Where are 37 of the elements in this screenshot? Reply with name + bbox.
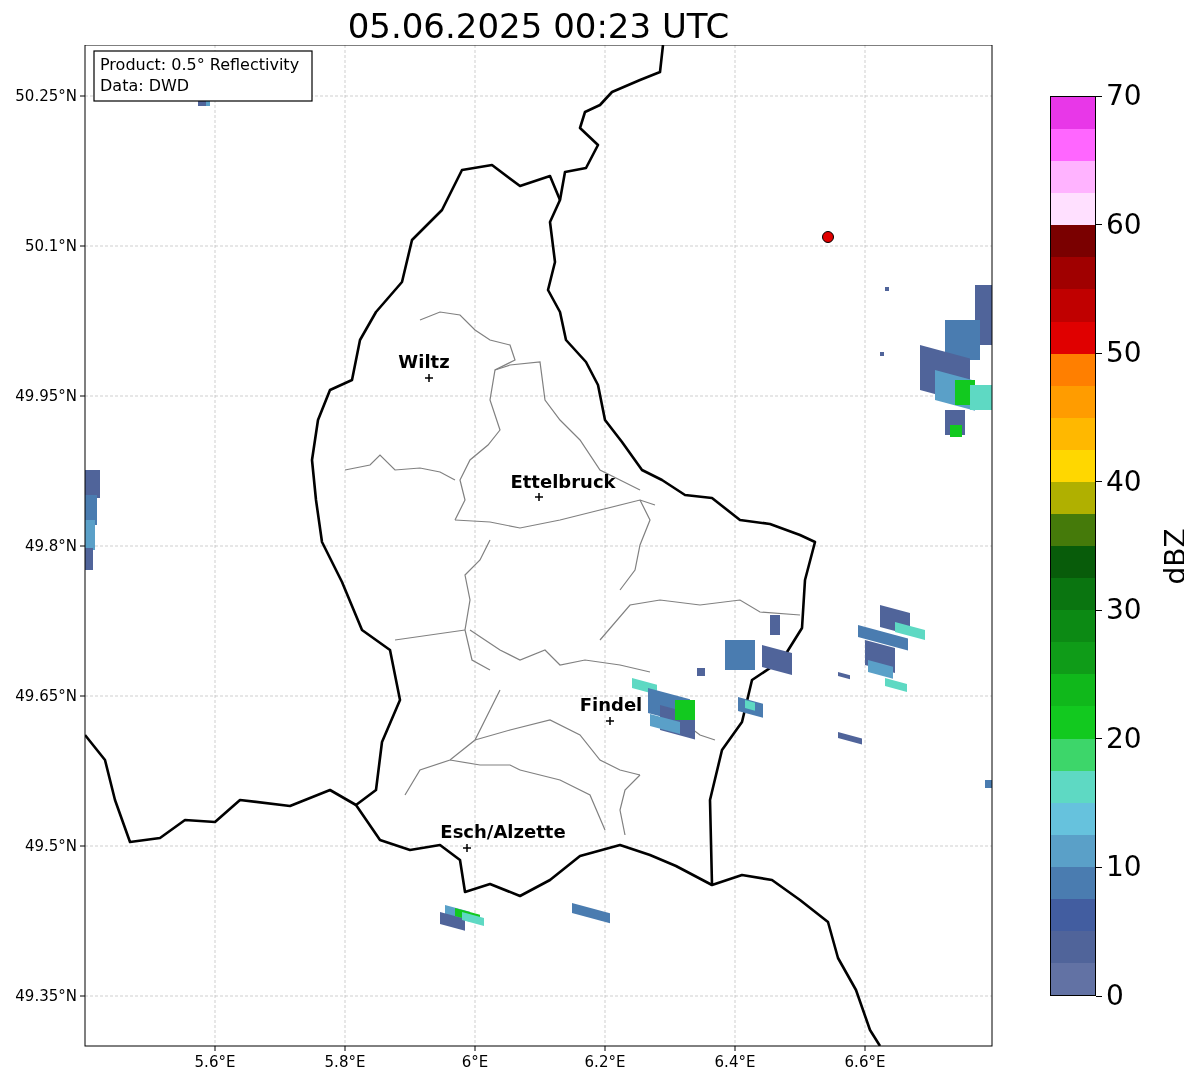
axis-tick-label: 50.25°N	[15, 87, 77, 105]
city-marker-icon	[424, 373, 434, 383]
axis-tick-label: 49.8°N	[24, 537, 77, 555]
city-marker-icon	[605, 716, 615, 726]
radar-echo-drawing	[440, 905, 484, 931]
axis-tick-label: 50.1°N	[24, 237, 77, 255]
axis-tick-label: 5.6°E	[194, 1053, 236, 1071]
scale-tick-label: 20	[1106, 724, 1142, 753]
radar-echo-drawing	[738, 697, 763, 718]
city-label: Ettelbruck	[510, 471, 616, 492]
axis-tick-label: 49.35°N	[15, 987, 77, 1005]
chart-title: 05.06.2025 00:23 UTC	[346, 5, 731, 45]
axis-tick-label: 6.4°E	[714, 1053, 756, 1071]
axis-tick-label: 6°E	[461, 1053, 489, 1071]
scale-tick-label: 40	[1106, 467, 1142, 496]
city-label: Esch/Alzette	[440, 821, 566, 842]
city-label: Wiltz	[398, 351, 450, 372]
info-box: Product: 0.5° Reflectivity Data: DWD	[93, 50, 313, 102]
location-marker-icon	[822, 231, 834, 243]
scale-tick-label: 0	[1106, 982, 1124, 1010]
scale-tick-label: 10	[1106, 853, 1142, 882]
city-marker-icon	[534, 492, 544, 502]
city-label: Findel	[579, 694, 643, 715]
axis-tick-label: 49.65°N	[15, 687, 77, 705]
scale-tick-label: 70	[1106, 82, 1142, 110]
radar-echo-drawing	[985, 780, 992, 788]
axis-tick-label: 6.2°E	[584, 1053, 626, 1071]
color-scale-label: dBZ	[1158, 527, 1184, 585]
axis-tick-label: 6.6°E	[844, 1053, 886, 1071]
axis-tick-label: 5.8°E	[324, 1053, 366, 1071]
scale-tick-label: 60	[1106, 210, 1142, 239]
axis-tick-label: 49.5°N	[24, 837, 77, 855]
city-marker-icon	[462, 843, 472, 853]
scale-tick-label: 30	[1106, 596, 1142, 625]
axis-tick-label: 49.95°N	[15, 387, 77, 405]
radar-echo-drawing	[838, 732, 862, 745]
scale-tick-label: 50	[1106, 339, 1142, 368]
